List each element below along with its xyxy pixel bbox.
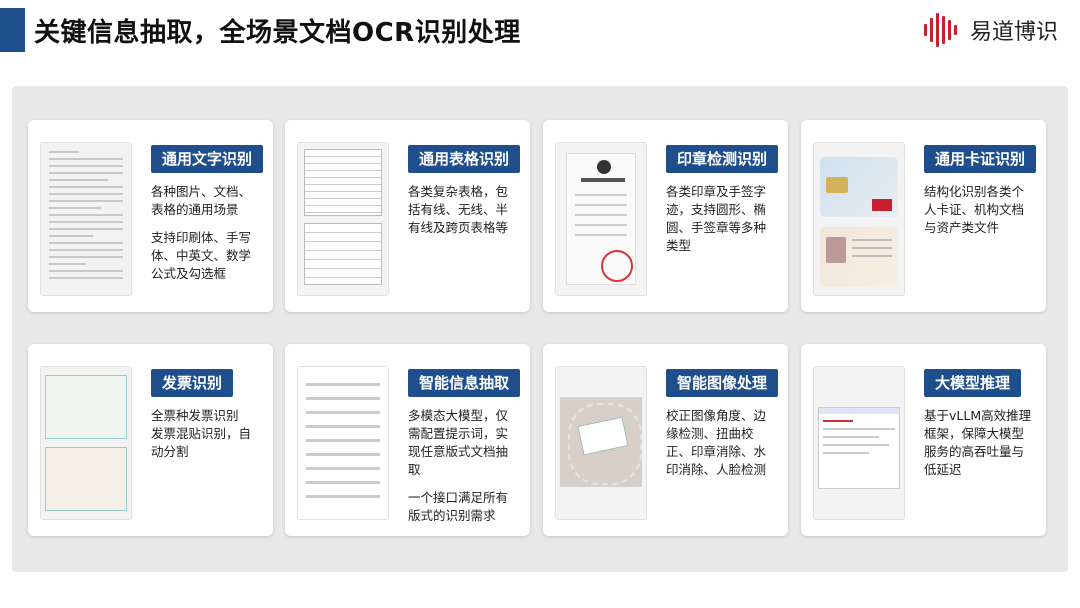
feature-description: 结构化识别各类个人卡证、机构文档与资产类文件 xyxy=(924,184,1025,235)
id-card-thumbnail xyxy=(813,142,905,296)
logo-text: 易道博识 xyxy=(969,20,1058,45)
feature-card-invoice[interactable]: 发票识别 全票种发票识别 发票混贴识别，自动分割 xyxy=(28,344,273,536)
feature-tag: 发票识别 xyxy=(151,369,234,397)
feature-description: 各类复杂表格，包括有线、无线、半有线及跨页表格等 xyxy=(408,184,509,235)
feature-card-image-processing[interactable]: 智能图像处理 校正图像角度、边缘检测、扭曲校正、印章消除、水印消除、人脸检测 xyxy=(543,344,788,536)
features-panel: 通用文字识别 各种图片、文档、表格的通用场景 支持印刷体、手写体、中英文、数学公… xyxy=(12,86,1068,572)
feature-tag: 智能图像处理 xyxy=(666,369,779,397)
feature-card-seal[interactable]: 印章检测识别 各类印章及手签字迹，支持圆形、椭圆、手签章等多种类型 xyxy=(543,120,788,312)
title-accent-bar xyxy=(0,8,25,52)
feature-description: 全票种发票识别 发票混贴识别，自动分割 xyxy=(151,408,252,459)
feature-card-extraction[interactable]: 智能信息抽取 多模态大模型，仅需配置提示词，实现任意版式文档抽取 一个接口满足所… xyxy=(285,344,530,536)
form-thumbnail xyxy=(297,366,389,520)
feature-card-cards[interactable]: 通用卡证识别 结构化识别各类个人卡证、机构文档与资产类文件 xyxy=(801,120,1046,312)
logo-mark-icon xyxy=(923,13,957,47)
feature-card-general-text[interactable]: 通用文字识别 各种图片、文档、表格的通用场景 支持印刷体、手写体、中英文、数学公… xyxy=(28,120,273,312)
feature-tag: 大模型推理 xyxy=(924,369,1022,397)
feature-description: 校正图像角度、边缘检测、扭曲校正、印章消除、水印消除、人脸检测 xyxy=(666,408,767,477)
feature-description: 基于vLLM高效推理框架，保障大模型服务的高吞吐量与低延迟 xyxy=(924,408,1032,477)
feature-description: 多模态大模型，仅需配置提示词，实现任意版式文档抽取 一个接口满足所有版式的识别需… xyxy=(408,408,509,523)
license-thumbnail xyxy=(555,142,647,296)
document-thumbnail xyxy=(40,142,132,296)
brand-logo: 易道博识 xyxy=(922,10,1058,50)
feature-tag: 印章检测识别 xyxy=(666,145,779,173)
screenshot-thumbnail xyxy=(813,366,905,520)
feature-card-llm-inference[interactable]: 大模型推理 基于vLLM高效推理框架，保障大模型服务的高吞吐量与低延迟 xyxy=(801,344,1046,536)
table-thumbnail xyxy=(297,142,389,296)
feature-tag: 通用文字识别 xyxy=(151,145,264,173)
feature-tag: 通用卡证识别 xyxy=(924,145,1037,173)
feature-description: 各种图片、文档、表格的通用场景 支持印刷体、手写体、中英文、数学公式及勾选框 xyxy=(151,184,252,281)
feature-description: 各类印章及手签字迹，支持圆形、椭圆、手签章等多种类型 xyxy=(666,184,767,253)
feature-card-table[interactable]: 通用表格识别 各类复杂表格，包括有线、无线、半有线及跨页表格等 xyxy=(285,120,530,312)
page-title: 关键信息抽取，全场景文档OCR识别处理 xyxy=(34,18,521,48)
invoice-thumbnail xyxy=(40,366,132,520)
photo-thumbnail xyxy=(555,366,647,520)
feature-tag: 智能信息抽取 xyxy=(408,369,521,397)
feature-tag: 通用表格识别 xyxy=(408,145,521,173)
